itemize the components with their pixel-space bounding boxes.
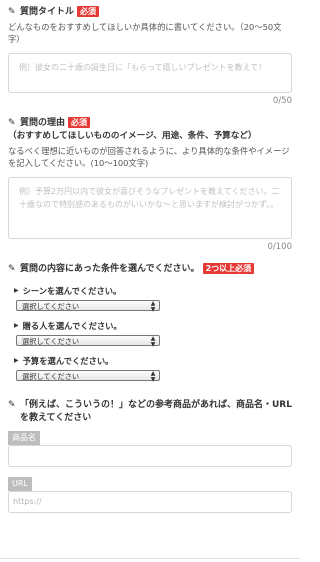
bottom-divider	[0, 558, 300, 559]
scene-label-text: シーンを選んでください。	[22, 286, 122, 297]
reason-subtitle: （おすすめしてほしいもののイメージ、用途、条件、予算など）	[8, 131, 257, 142]
budget-label-text: 予算を選んでください。	[22, 356, 114, 367]
pencil-icon: ✎	[8, 118, 16, 129]
required-badge: 2つ以上必須	[202, 263, 255, 275]
scene-select-value: 選択してください	[22, 302, 80, 312]
title-textarea[interactable]	[8, 53, 292, 94]
pencil-icon: ✎	[8, 7, 16, 17]
reason-heading: ✎ 質問の理由 必須	[8, 117, 292, 130]
triangle-right-icon: ▶	[14, 356, 19, 364]
reason-section: ✎ 質問の理由 必須 （おすすめしてほしいもののイメージ、用途、条件、予算など） …	[8, 117, 292, 253]
conditions-section: ✎ 質問の内容にあった条件を選んでください。 2つ以上必須 ▶ シーンを選んでくださ…	[8, 263, 292, 383]
up-down-arrows-icon: ▲ ▼	[150, 370, 156, 383]
required-badge: 必須	[68, 117, 91, 129]
required-badge: 必須	[77, 6, 100, 17]
up-down-arrows-icon: ▲ ▼	[150, 300, 156, 313]
url-input[interactable]	[8, 490, 292, 513]
url-label: URL	[8, 477, 32, 491]
triangle-right-icon: ▶	[14, 286, 19, 294]
budget-label: ▶ 予算を選んでください。	[14, 355, 292, 367]
scene-select[interactable]: 選択してください ▲ ▼	[16, 300, 160, 313]
reference-section: ✎ 「例えば、こういうの！」などの参考商品があれば、商品名・URLを教えてくださ…	[8, 399, 292, 513]
recipient-select[interactable]: 選択してください ▲ ▼	[16, 335, 160, 348]
conditions-heading: ✎ 質問の内容にあった条件を選んでください。 2つ以上必須	[8, 263, 292, 276]
reference-heading-text: 「例えば、こういうの！」などの参考商品があれば、商品名・URLを教えてください	[20, 400, 292, 424]
scene-label: ▶ シーンを選んでください。	[14, 285, 292, 297]
reference-heading: ✎ 「例えば、こういうの！」などの参考商品があれば、商品名・URLを教えてくださ…	[8, 399, 292, 425]
recipient-label: ▶ 贈る人を選んでください。	[14, 320, 292, 332]
title-counter: 0/50	[272, 96, 292, 107]
recipient-select-value: 選択してください	[22, 337, 80, 347]
triangle-right-icon: ▶	[14, 321, 19, 329]
pencil-icon: ✎	[8, 400, 16, 411]
reason-counter: 0/100	[267, 241, 293, 252]
title-heading-text: 質問タイトル	[20, 7, 75, 17]
budget-select-value: 選択してください	[22, 372, 80, 382]
recipient-label-text: 贈る人を選んでください。	[22, 321, 122, 332]
reason-textarea[interactable]	[8, 176, 292, 239]
title-heading: ✎ 質問タイトル 必須	[8, 6, 292, 19]
question-form: ✎ 質問タイトル 必須 どんなものをおすすめしてほしいか具体的に書いてください。（…	[0, 0, 300, 513]
budget-select[interactable]: 選択してください ▲ ▼	[16, 370, 160, 383]
title-description: どんなものをおすすめしてほしいか具体的に書いてください。（20〜50文字）	[8, 22, 282, 45]
reason-description: なるべく理想に近いものが回答されるように、より具体的な条件やイメージを記入してく…	[8, 145, 290, 168]
title-section: ✎ 質問タイトル 必須 どんなものをおすすめしてほしいか具体的に書いてください。（…	[8, 6, 292, 107]
product-name-label: 商品名	[8, 431, 40, 446]
up-down-arrows-icon: ▲ ▼	[150, 335, 156, 348]
reason-heading-text: 質問の理由	[20, 118, 66, 129]
conditions-heading-text: 質問の内容にあった条件を選んでください。	[20, 264, 200, 275]
product-name-input[interactable]	[8, 445, 292, 468]
pencil-icon: ✎	[8, 264, 16, 275]
